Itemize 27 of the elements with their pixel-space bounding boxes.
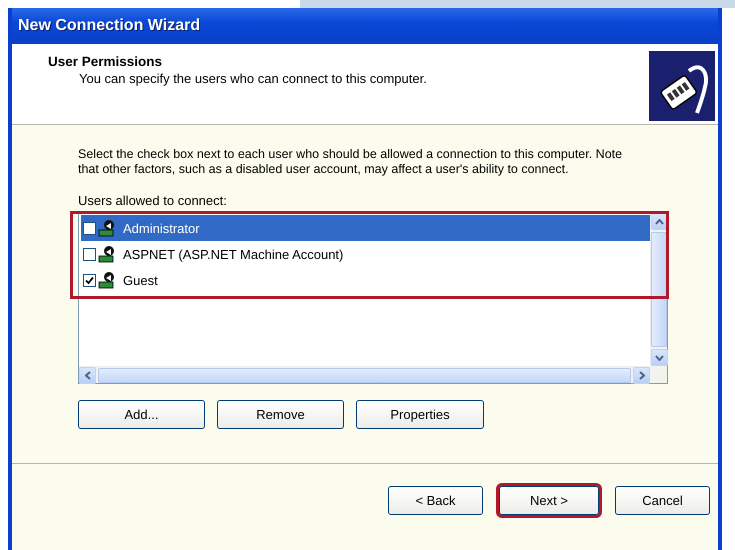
user-name: Administrator [123,220,200,236]
list-action-button[interactable]: Add... [78,400,205,429]
wizard-button[interactable]: < Back [388,486,483,515]
scroll-left-icon[interactable] [79,366,96,384]
scroll-down-icon[interactable] [651,349,668,366]
page-title: User Permissions [48,54,164,69]
checkbox[interactable] [83,274,96,286]
checkbox[interactable] [83,248,96,260]
instructions-text: Select the check box next to each user who should be allowed a connection to this computer. Note that other factors, such as a disabled user account, may affect a user's ability to connect. [78,147,624,177]
users-list[interactable]: Administrator ASPNET (ASP.NET Machine Account) Guest [78,212,668,384]
scrollbar-corner [650,366,667,383]
user-name: ASPNET (ASP.NET Machine Account) [123,246,344,262]
page-subtitle: You can specify the users who can connect to this computer. [78,71,427,86]
user-row[interactable]: ASPNET (ASP.NET Machine Account) [81,241,650,267]
wizard-button[interactable]: Cancel [615,486,710,515]
window-title: New Connection Wizard [18,17,200,35]
checkbox[interactable] [83,222,96,234]
network-plug-icon [649,51,715,121]
user-name: Guest [123,272,158,288]
scroll-right-icon[interactable] [633,366,650,384]
list-action-button[interactable]: Remove [217,400,344,429]
list-label: Users allowed to connect: [78,193,228,208]
user-row[interactable]: Administrator [81,215,650,241]
wizard-button[interactable]: Next > [499,486,599,515]
vertical-scrollbar[interactable] [650,213,667,366]
user-row[interactable]: Guest [81,267,650,293]
list-action-button[interactable]: Properties [356,400,484,429]
